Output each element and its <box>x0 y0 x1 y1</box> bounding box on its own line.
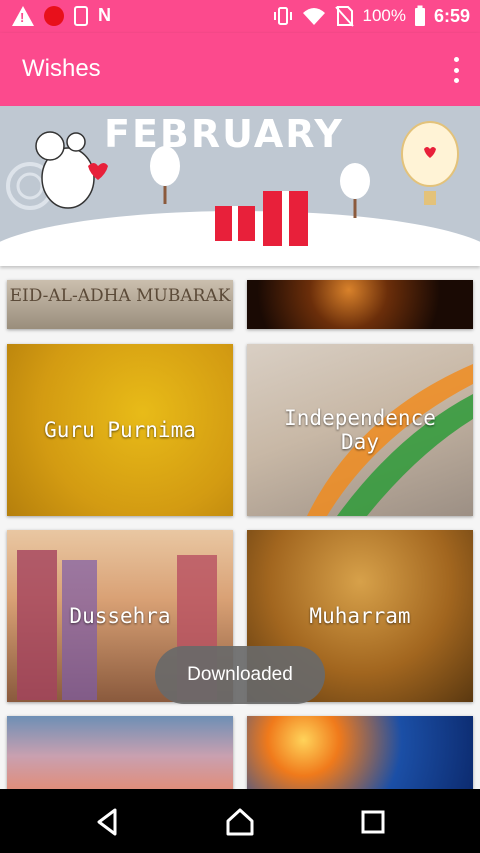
vibrate-icon <box>274 7 293 25</box>
wifi-icon <box>303 8 326 25</box>
more-vert-icon[interactable] <box>452 57 460 83</box>
toast-message: Downloaded <box>155 646 325 704</box>
tile-guru-purnima[interactable]: Guru Purnima <box>7 344 233 516</box>
no-sim-icon <box>335 6 355 27</box>
banner-image[interactable]: FEBRUARY <box>0 106 480 266</box>
tile-fireworks[interactable] <box>247 716 473 796</box>
tile-independence-day[interactable]: Independence Day <box>247 344 473 516</box>
clock: 6:59 <box>433 5 470 26</box>
tile-label: EID-AL-ADHA MUBARAK <box>9 286 231 306</box>
banner-title: FEBRUARY <box>104 112 344 156</box>
tile-label: Independence Day <box>284 406 436 454</box>
tile-label: Muharram <box>309 604 411 628</box>
app-bar: Wishes <box>0 33 480 106</box>
tile-diwali[interactable] <box>247 280 473 329</box>
navigation-bar <box>0 789 480 853</box>
tile-eid-al-adha[interactable]: EID-AL-ADHA MUBARAK <box>7 280 233 329</box>
battery-text: 100% <box>362 6 406 25</box>
home-icon[interactable] <box>225 807 255 837</box>
phone-icon <box>74 5 88 26</box>
record-icon <box>44 5 64 26</box>
recents-icon[interactable] <box>358 807 388 837</box>
tile-label: Dussehra <box>69 604 171 628</box>
tile-label: Guru Purnima <box>44 418 196 442</box>
warning-icon <box>12 5 34 26</box>
back-icon[interactable] <box>93 807 123 837</box>
app-title: Wishes <box>22 55 101 82</box>
tile-festival-lights[interactable] <box>7 716 233 796</box>
n-icon: N <box>98 5 111 25</box>
battery-icon <box>414 5 425 26</box>
status-bar: N 100% 6:59 <box>0 0 480 33</box>
